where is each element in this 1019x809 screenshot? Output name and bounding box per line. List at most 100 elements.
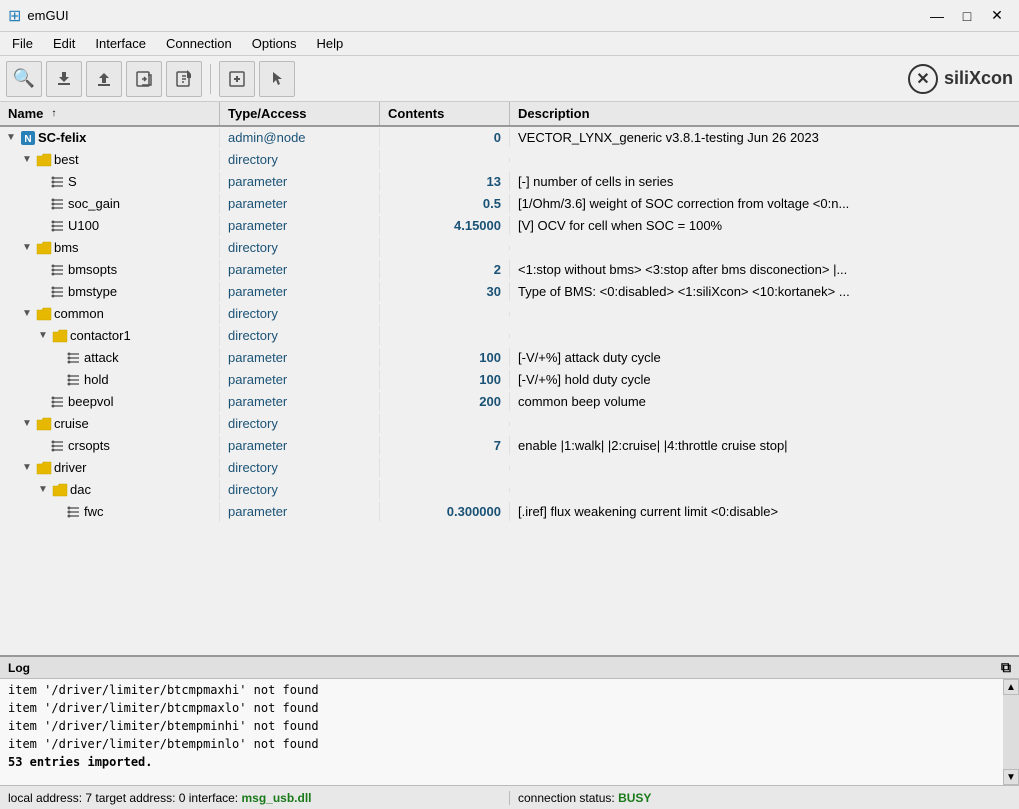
log-line: item '/driver/limiter/btcmpmaxhi' not fo… bbox=[8, 681, 995, 699]
table-row[interactable]: ▼dacdirectory bbox=[0, 479, 1019, 501]
minimize-button[interactable]: — bbox=[923, 5, 951, 27]
export-button[interactable] bbox=[166, 61, 202, 97]
menu-item-help[interactable]: Help bbox=[309, 34, 352, 53]
title-bar: ⊞ emGUI — □ ✕ bbox=[0, 0, 1019, 32]
table-row[interactable]: ▼NSC-felixadmin@node0VECTOR_LYNX_generic… bbox=[0, 127, 1019, 149]
svg-text:N: N bbox=[24, 134, 31, 145]
status-busy: BUSY bbox=[618, 791, 651, 805]
silixcon-icon: ✕ bbox=[908, 64, 938, 94]
log-restore-icon[interactable]: ⧉ bbox=[1001, 659, 1011, 676]
cell-contents-S: 13 bbox=[380, 172, 510, 191]
table-row[interactable]: ▼cruisedirectory bbox=[0, 413, 1019, 435]
status-bar: local address: 7 target address: 0 inter… bbox=[0, 785, 1019, 809]
log-scroll-up[interactable]: ▲ bbox=[1003, 679, 1019, 695]
menu-item-connection[interactable]: Connection bbox=[158, 34, 240, 53]
cell-type-dac: directory bbox=[220, 480, 380, 499]
title-bar-left: ⊞ emGUI bbox=[8, 6, 69, 26]
import-button[interactable] bbox=[126, 61, 162, 97]
cell-type-hold: parameter bbox=[220, 370, 380, 389]
cell-name-beepvol: beepvol bbox=[0, 392, 220, 412]
table-row[interactable]: fwcparameter0.300000[.iref] flux weakeni… bbox=[0, 501, 1019, 523]
root-icon: N bbox=[20, 130, 36, 146]
cell-name-dac: ▼dac bbox=[0, 480, 220, 500]
pointer-button[interactable] bbox=[259, 61, 295, 97]
node-label-U100: U100 bbox=[68, 218, 99, 233]
expand-btn-common[interactable]: ▼ bbox=[20, 307, 34, 321]
menu-item-edit[interactable]: Edit bbox=[45, 34, 83, 53]
cell-desc-common bbox=[510, 312, 1019, 316]
close-button[interactable]: ✕ bbox=[983, 5, 1011, 27]
table-row[interactable]: ▼bestdirectory bbox=[0, 149, 1019, 171]
param-icon bbox=[50, 218, 66, 234]
folder-icon bbox=[52, 328, 68, 344]
search-button[interactable]: 🔍 bbox=[6, 61, 42, 97]
table-row[interactable]: ▼contactor1directory bbox=[0, 325, 1019, 347]
menu-item-file[interactable]: File bbox=[4, 34, 41, 53]
folder-icon bbox=[36, 416, 52, 432]
folder-icon bbox=[36, 460, 52, 476]
menu-item-options[interactable]: Options bbox=[244, 34, 305, 53]
folder-icon bbox=[36, 306, 52, 322]
node-label-contactor1: contactor1 bbox=[70, 328, 131, 343]
maximize-button[interactable]: □ bbox=[953, 5, 981, 27]
cell-type-beepvol: parameter bbox=[220, 392, 380, 411]
expand-btn-contactor1[interactable]: ▼ bbox=[36, 329, 50, 343]
log-line: item '/driver/limiter/btcmpmaxlo' not fo… bbox=[8, 699, 995, 717]
expand-btn-best[interactable]: ▼ bbox=[20, 153, 34, 167]
status-connection-text: connection status: bbox=[518, 791, 618, 805]
column-header-name: Name ↑ bbox=[0, 102, 220, 125]
node-label-bms: bms bbox=[54, 240, 79, 255]
cell-desc-bms bbox=[510, 246, 1019, 250]
cell-desc-beepvol: common beep volume bbox=[510, 392, 1019, 411]
cell-contents-hold: 100 bbox=[380, 370, 510, 389]
cell-name-common: ▼common bbox=[0, 304, 220, 324]
log-line: item '/driver/limiter/btempminhi' not fo… bbox=[8, 717, 995, 735]
table-row[interactable]: U100parameter4.15000[V] OCV for cell whe… bbox=[0, 215, 1019, 237]
cell-name-bmstype: bmstype bbox=[0, 282, 220, 302]
expand-btn-root[interactable]: ▼ bbox=[4, 131, 18, 145]
param-icon bbox=[50, 438, 66, 454]
add-button[interactable] bbox=[219, 61, 255, 97]
node-label-fwc: fwc bbox=[84, 504, 104, 519]
table-row[interactable]: beepvolparameter200common beep volume bbox=[0, 391, 1019, 413]
expand-btn-cruise[interactable]: ▼ bbox=[20, 417, 34, 431]
log-scroll-down[interactable]: ▼ bbox=[1003, 769, 1019, 785]
cell-contents-soc_gain: 0.5 bbox=[380, 194, 510, 213]
table-row[interactable]: Sparameter13[-] number of cells in serie… bbox=[0, 171, 1019, 193]
table-row[interactable]: attackparameter100[-V/+%] attack duty cy… bbox=[0, 347, 1019, 369]
cell-name-crsopts: crsopts bbox=[0, 436, 220, 456]
cell-contents-best bbox=[380, 158, 510, 162]
cell-contents-common bbox=[380, 312, 510, 316]
log-scrollbar[interactable]: ▲ ▼ bbox=[1003, 679, 1019, 785]
cell-contents-attack: 100 bbox=[380, 348, 510, 367]
cell-type-bmsopts: parameter bbox=[220, 260, 380, 279]
cell-contents-dac bbox=[380, 488, 510, 492]
table-row[interactable]: crsoptsparameter7enable |1:walk| |2:crui… bbox=[0, 435, 1019, 457]
menu-item-interface[interactable]: Interface bbox=[87, 34, 154, 53]
upload-button[interactable] bbox=[86, 61, 122, 97]
cell-desc-best bbox=[510, 158, 1019, 162]
expand-btn-driver[interactable]: ▼ bbox=[20, 461, 34, 475]
expand-btn-bms[interactable]: ▼ bbox=[20, 241, 34, 255]
table-row[interactable]: bmstypeparameter30Type of BMS: <0:disabl… bbox=[0, 281, 1019, 303]
column-header-contents: Contents bbox=[380, 102, 510, 125]
expand-btn-dac[interactable]: ▼ bbox=[36, 483, 50, 497]
cell-type-crsopts: parameter bbox=[220, 436, 380, 455]
table-row[interactable]: ▼bmsdirectory bbox=[0, 237, 1019, 259]
cell-desc-root: VECTOR_LYNX_generic v3.8.1-testing Jun 2… bbox=[510, 128, 1019, 147]
node-label-root: SC-felix bbox=[38, 130, 86, 145]
log-scroll-thumb[interactable] bbox=[1003, 695, 1019, 769]
table-row[interactable]: ▼commondirectory bbox=[0, 303, 1019, 325]
table-row[interactable]: soc_gainparameter0.5[1/Ohm/3.6] weight o… bbox=[0, 193, 1019, 215]
status-right: connection status: BUSY bbox=[510, 791, 1019, 805]
table-row[interactable]: holdparameter100[-V/+%] hold duty cycle bbox=[0, 369, 1019, 391]
tree-table[interactable]: ▼NSC-felixadmin@node0VECTOR_LYNX_generic… bbox=[0, 127, 1019, 655]
cell-type-root: admin@node bbox=[220, 128, 380, 147]
cell-contents-contactor1 bbox=[380, 334, 510, 338]
download-button[interactable] bbox=[46, 61, 82, 97]
cell-desc-attack: [-V/+%] attack duty cycle bbox=[510, 348, 1019, 367]
cell-contents-U100: 4.15000 bbox=[380, 216, 510, 235]
table-row[interactable]: ▼driverdirectory bbox=[0, 457, 1019, 479]
cell-type-S: parameter bbox=[220, 172, 380, 191]
table-row[interactable]: bmsoptsparameter2<1:stop without bms> <3… bbox=[0, 259, 1019, 281]
